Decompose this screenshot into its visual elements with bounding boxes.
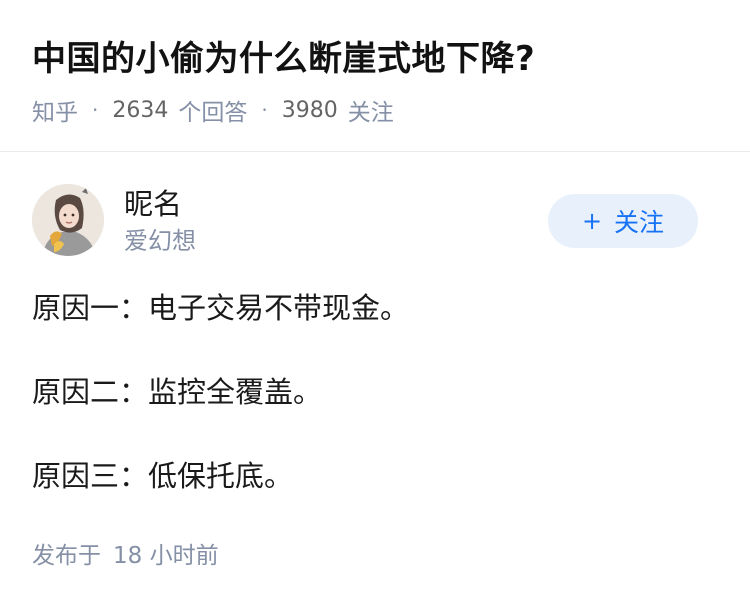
plus-icon: + [581, 207, 603, 235]
answer-paragraph: 原因一：电子交易不带现金。 [32, 291, 410, 325]
answer-count: 2634 [112, 97, 169, 123]
answer-paragraph: 原因二：监控全覆盖。 [32, 375, 323, 409]
avatar-illustration-icon [32, 184, 104, 256]
meta-separator: · [92, 98, 99, 122]
author-bio: 爱幻想 [124, 227, 196, 255]
answer-content: 原因一：电子交易不带现金。 原因二：监控全覆盖。 原因三：低保托底。 [32, 286, 722, 538]
follower-count-label[interactable]: 关注 [348, 93, 394, 127]
source-label[interactable]: 知乎 [32, 93, 78, 127]
follow-button[interactable]: + 关注 [548, 194, 698, 248]
follower-count: 3980 [281, 97, 338, 123]
answer-paragraph: 原因三：低保托底。 [32, 459, 294, 493]
answer-count-label[interactable]: 个回答 [178, 93, 247, 127]
author-name[interactable]: 昵名 [124, 184, 182, 224]
publish-label: 发布于 [32, 543, 101, 569]
follow-button-label: 关注 [614, 208, 665, 237]
meta-separator: · [261, 98, 268, 122]
author-info: 昵名 爱幻想 + 关注 [0, 176, 750, 266]
avatar[interactable] [32, 184, 104, 256]
question-title[interactable]: 中国的小偷为什么断崖式地下降? [32, 36, 535, 82]
publish-time-value: 18 小时前 [113, 543, 219, 569]
question-header: 中国的小偷为什么断崖式地下降? 知乎 · 2634 个回答 · 3980 关注 [0, 0, 750, 152]
answer-page: 中国的小偷为什么断崖式地下降? 知乎 · 2634 个回答 · 3980 关注 [0, 0, 750, 606]
publish-time: 发布于 18 小时前 [32, 540, 219, 572]
question-meta: 知乎 · 2634 个回答 · 3980 关注 [32, 93, 394, 127]
